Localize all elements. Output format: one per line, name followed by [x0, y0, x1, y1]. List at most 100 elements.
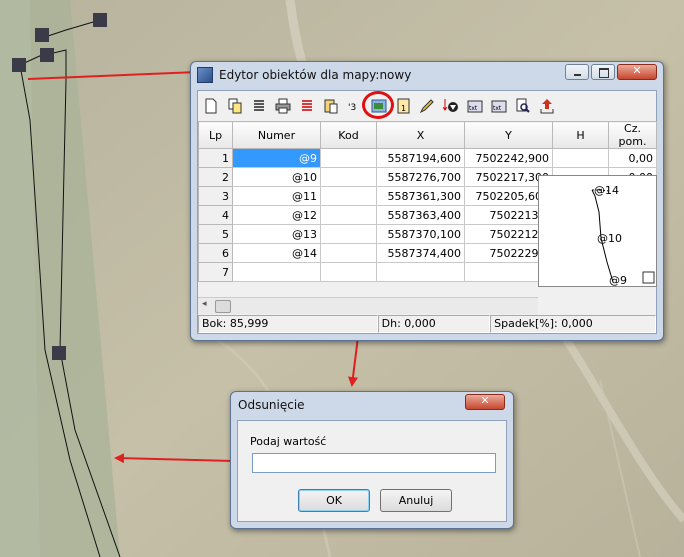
horizontal-scrollbar[interactable]: ◂: [198, 297, 538, 314]
column-header[interactable]: Y: [464, 121, 553, 149]
edit-tool[interactable]: [416, 95, 438, 117]
editor-toolbar: '3 1 txt txt: [198, 91, 656, 121]
table-cell-x[interactable]: [376, 262, 465, 282]
status-bok: Bok: 85,999: [198, 315, 378, 333]
table-cell-kod[interactable]: [320, 243, 377, 263]
close-button[interactable]: ✕: [617, 64, 657, 80]
geometry-preview: @14 @10 @9: [538, 175, 657, 287]
vertex-marker[interactable]: [12, 58, 26, 72]
preview-label-9: @9: [609, 274, 627, 286]
delete-rows-tool[interactable]: [296, 95, 318, 117]
vertex-marker[interactable]: [52, 346, 66, 360]
search-icon: [516, 98, 530, 113]
table-cell-numer[interactable]: @10: [232, 167, 321, 187]
scroll-left-icon[interactable]: ◂: [202, 299, 207, 309]
scroll-thumb[interactable]: [215, 300, 231, 313]
dialog-title: Odsunięcie: [238, 398, 305, 412]
table-cell-kod[interactable]: [320, 224, 377, 244]
table-cell-cz[interactable]: 0,00: [608, 148, 657, 168]
table-cell-x[interactable]: 5587361,300: [376, 186, 465, 206]
column-header[interactable]: X: [376, 121, 465, 149]
list-icon: [254, 100, 264, 111]
table-cell-x[interactable]: 5587363,400: [376, 205, 465, 225]
import-txt-tool[interactable]: txt: [464, 95, 486, 117]
table-cell-y[interactable]: 7502242,900: [464, 148, 553, 168]
column-header[interactable]: Kod: [320, 121, 377, 149]
preview-label-10: @10: [597, 232, 622, 245]
offset-value-input[interactable]: [252, 453, 496, 473]
table-cell-numer[interactable]: @12: [232, 205, 321, 225]
column-header[interactable]: Cz. pom.: [608, 121, 657, 149]
app-icon: [197, 67, 213, 83]
editor-client: '3 1 txt txt Lp Numer Kod X Y H Cz. pom.…: [197, 90, 657, 334]
dialog-client: Podaj wartość OK Anuluj: [237, 420, 507, 522]
order-icon: '3: [348, 103, 356, 113]
maximize-button[interactable]: [591, 64, 615, 80]
svg-text:txt: txt: [493, 105, 502, 112]
row-number-cell: 3: [198, 186, 233, 206]
table-cell-numer[interactable]: @9: [232, 148, 321, 168]
table-cell-x[interactable]: 5587374,400: [376, 243, 465, 263]
sort-down-icon: [443, 99, 458, 112]
table-cell-x[interactable]: 5587276,700: [376, 167, 465, 187]
table-cell-h[interactable]: [552, 148, 609, 168]
table-cell-kod[interactable]: [320, 167, 377, 187]
row-number-cell: 6: [198, 243, 233, 263]
preview-label-14: @14: [594, 184, 619, 197]
paste-tool[interactable]: [320, 95, 342, 117]
offset-dialog: Odsunięcie ✕ Podaj wartość OK Anuluj: [230, 391, 514, 529]
close-icon: ✕: [632, 64, 642, 77]
table-header: Lp Numer Kod X Y H Cz. pom.: [198, 121, 657, 149]
column-header[interactable]: Numer: [232, 121, 321, 149]
copy-object-tool[interactable]: [224, 95, 246, 117]
export-txt-tool[interactable]: txt: [488, 95, 510, 117]
printer-icon: [275, 98, 291, 114]
calculator-icon: 1: [397, 98, 410, 114]
find-tool[interactable]: [512, 95, 534, 117]
calc-tool[interactable]: 1: [392, 95, 414, 117]
svg-text:'3: '3: [348, 103, 356, 113]
table-cell-numer[interactable]: @13: [232, 224, 321, 244]
status-bar: Bok: 85,999 Dh: 0,000 Spadek[%]: 0,000: [198, 315, 656, 333]
export-tool[interactable]: [536, 95, 558, 117]
offset-tool[interactable]: [362, 91, 394, 119]
upload-icon: [540, 99, 554, 114]
table-cell-kod[interactable]: [320, 148, 377, 168]
status-spadek: Spadek[%]: 0,000: [490, 315, 656, 333]
sort-down-tool[interactable]: [440, 95, 462, 117]
dialog-titlebar[interactable]: Odsunięcie ✕: [231, 392, 513, 418]
table-cell-kod[interactable]: [320, 262, 377, 282]
ok-button[interactable]: OK: [298, 489, 370, 512]
table-cell-kod[interactable]: [320, 205, 377, 225]
pencil-icon: [419, 99, 434, 114]
dialog-close-button[interactable]: ✕: [465, 394, 505, 410]
table-cell-numer[interactable]: @14: [232, 243, 321, 263]
row-number-cell: 4: [198, 205, 233, 225]
vertex-marker[interactable]: [40, 48, 54, 62]
table-cell-x[interactable]: 5587370,100: [376, 224, 465, 244]
table-row[interactable]: 1 @9 5587194,600 7502242,900 0,00: [198, 148, 657, 168]
table-cell-numer[interactable]: [232, 262, 321, 282]
preview-resize-icon[interactable]: [642, 271, 655, 284]
table-cell-numer[interactable]: @11: [232, 186, 321, 206]
new-object-tool[interactable]: [200, 95, 222, 117]
editor-titlebar[interactable]: Edytor obiektów dla mapy:nowy ✕: [191, 62, 663, 88]
row-number-cell: 1: [198, 148, 233, 168]
row-number-cell: 7: [198, 262, 233, 282]
close-icon: ✕: [480, 394, 490, 407]
column-header[interactable]: Lp: [198, 121, 233, 149]
delete-rows-icon: [302, 100, 312, 111]
table-cell-x[interactable]: 5587194,600: [376, 148, 465, 168]
cancel-button[interactable]: Anuluj: [380, 489, 452, 512]
maximize-icon: [599, 68, 609, 78]
print-tool[interactable]: [272, 95, 294, 117]
svg-text:txt: txt: [469, 105, 478, 112]
minimize-button[interactable]: [565, 64, 589, 80]
prompt-label: Podaj wartość: [250, 435, 327, 448]
list-tool[interactable]: [248, 95, 270, 117]
vertex-marker[interactable]: [35, 28, 49, 42]
object-editor-window: Edytor obiektów dla mapy:nowy ✕ '3 1 txt…: [190, 61, 664, 341]
column-header[interactable]: H: [552, 121, 609, 149]
vertex-marker[interactable]: [93, 13, 107, 27]
table-cell-kod[interactable]: [320, 186, 377, 206]
